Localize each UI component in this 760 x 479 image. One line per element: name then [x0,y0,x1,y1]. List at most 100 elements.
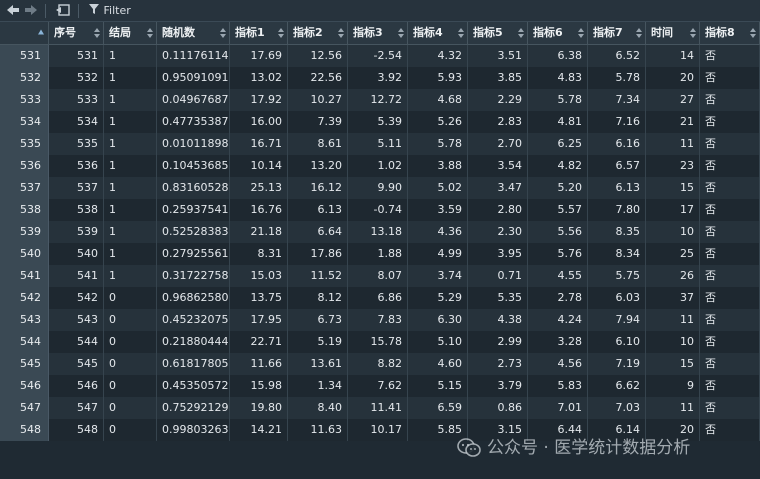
table-cell[interactable]: 0 [104,309,157,331]
column-header[interactable]: 时间 [646,22,700,44]
row-name-cell[interactable]: 544 [0,331,49,353]
table-cell[interactable]: 否 [700,375,760,397]
table-cell[interactable]: 4.56 [528,353,588,375]
table-cell[interactable]: 6.30 [408,309,468,331]
table-cell[interactable]: 0.86 [468,397,528,419]
table-cell[interactable]: 1 [104,111,157,133]
table-cell[interactable]: 0.104536856 [157,155,230,177]
table-cell[interactable]: 0 [104,419,157,441]
row-name-cell[interactable]: 533 [0,89,49,111]
table-cell[interactable]: 3.79 [468,375,528,397]
table-cell[interactable]: 10.17 [348,419,408,441]
table-cell[interactable]: 5.93 [408,67,468,89]
column-header[interactable]: 序号 [49,22,104,44]
table-cell[interactable]: 5.10 [408,331,468,353]
table-cell[interactable]: 6.16 [588,133,646,155]
table-cell[interactable]: 533 [49,89,104,111]
back-arrow-icon[interactable] [6,3,20,19]
table-cell[interactable]: 12.72 [348,89,408,111]
table-cell[interactable]: 0.259375417 [157,199,230,221]
table-cell[interactable]: 8.61 [288,133,348,155]
table-cell[interactable]: 11 [646,133,700,155]
table-row[interactable]: 547 547 0 0.752921296 19.80 8.40 11.41 6.59 0.86… [0,397,760,419]
table-cell[interactable]: 4.36 [408,221,468,243]
table-cell[interactable]: 4.60 [408,353,468,375]
table-cell[interactable]: 21.18 [230,221,288,243]
row-name-cell[interactable]: 534 [0,111,49,133]
column-header[interactable]: 指标3 [348,22,408,44]
table-cell[interactable]: 7.16 [588,111,646,133]
table-cell[interactable]: 2.83 [468,111,528,133]
table-cell[interactable]: 5.78 [588,67,646,89]
table-cell[interactable]: 16.00 [230,111,288,133]
table-cell[interactable]: 6.62 [588,375,646,397]
table-cell[interactable]: 13.02 [230,67,288,89]
table-cell[interactable]: 0 [104,375,157,397]
table-cell[interactable]: 0.71 [468,265,528,287]
table-cell[interactable]: 1 [104,199,157,221]
table-cell[interactable]: 27 [646,89,700,111]
table-row[interactable]: 533 533 1 0.049676874 17.92 10.27 12.72 4.68 2.2… [0,89,760,111]
table-cell[interactable]: 6.25 [528,133,588,155]
table-cell[interactable]: 7.83 [348,309,408,331]
table-cell[interactable]: 否 [700,331,760,353]
row-name-cell[interactable]: 540 [0,243,49,265]
table-cell[interactable]: 15 [646,177,700,199]
table-cell[interactable]: 6.59 [408,397,468,419]
table-cell[interactable]: 14.21 [230,419,288,441]
table-cell[interactable]: 3.92 [348,67,408,89]
table-cell[interactable]: 543 [49,309,104,331]
forward-arrow-icon[interactable] [24,3,38,19]
table-cell[interactable]: 11.66 [230,353,288,375]
table-cell[interactable]: 13.20 [288,155,348,177]
table-cell[interactable]: 6.73 [288,309,348,331]
row-name-cell[interactable]: 543 [0,309,49,331]
table-cell[interactable]: 5.57 [528,199,588,221]
table-cell[interactable]: 8.12 [288,287,348,309]
table-cell[interactable]: 9 [646,375,700,397]
table-cell[interactable]: -0.74 [348,199,408,221]
table-cell[interactable]: 1 [104,133,157,155]
table-row[interactable]: 539 539 1 0.525283833 21.18 6.64 13.18 4.36 2.30… [0,221,760,243]
table-cell[interactable]: 6.03 [588,287,646,309]
table-cell[interactable]: 2.78 [528,287,588,309]
table-cell[interactable]: 3.47 [468,177,528,199]
table-cell[interactable]: 4.83 [528,67,588,89]
row-name-cell[interactable]: 545 [0,353,49,375]
table-cell[interactable]: 21 [646,111,700,133]
table-cell[interactable]: 13.75 [230,287,288,309]
table-cell[interactable]: 8.82 [348,353,408,375]
table-row[interactable]: 537 537 1 0.831605288 25.13 16.12 9.90 5.02 3.47… [0,177,760,199]
table-cell[interactable]: 否 [700,67,760,89]
table-cell[interactable]: 19.80 [230,397,288,419]
table-cell[interactable]: 0.477353874 [157,111,230,133]
table-cell[interactable]: 13.18 [348,221,408,243]
table-cell[interactable]: 5.76 [528,243,588,265]
table-cell[interactable]: 5.35 [468,287,528,309]
table-cell[interactable]: 8.35 [588,221,646,243]
table-cell[interactable]: 5.29 [408,287,468,309]
table-cell[interactable]: 0.525283833 [157,221,230,243]
table-cell[interactable]: 6.86 [348,287,408,309]
table-cell[interactable]: 25 [646,243,700,265]
table-cell[interactable]: 11 [646,397,700,419]
column-header[interactable]: 随机数 [157,22,230,44]
table-cell[interactable]: 534 [49,111,104,133]
table-cell[interactable]: 15.03 [230,265,288,287]
table-cell[interactable]: 8.34 [588,243,646,265]
table-cell[interactable]: 10 [646,221,700,243]
table-cell[interactable]: 0.317227581 [157,265,230,287]
table-cell[interactable]: 5.78 [528,89,588,111]
table-cell[interactable]: 2.29 [468,89,528,111]
table-cell[interactable]: 2.80 [468,199,528,221]
table-cell[interactable]: 否 [700,199,760,221]
table-cell[interactable]: 1 [104,45,157,67]
row-name-cell[interactable]: 541 [0,265,49,287]
table-cell[interactable]: 8.07 [348,265,408,287]
table-cell[interactable]: 否 [700,177,760,199]
row-name-cell[interactable]: 539 [0,221,49,243]
table-cell[interactable]: 否 [700,155,760,177]
table-cell[interactable]: 5.83 [528,375,588,397]
table-cell[interactable]: 0.279255618 [157,243,230,265]
table-cell[interactable]: 11.63 [288,419,348,441]
